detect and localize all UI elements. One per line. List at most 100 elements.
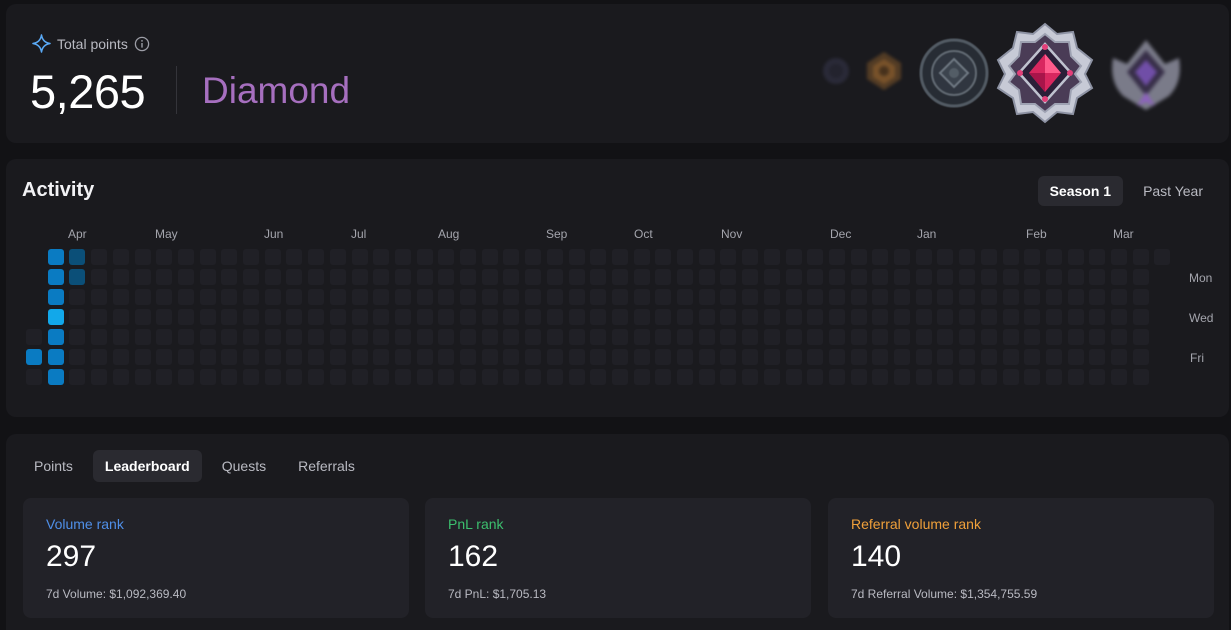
activity-cell[interactable] [416,269,433,285]
activity-cell[interactable] [546,289,563,305]
activity-cell[interactable] [91,349,108,365]
tab-quests[interactable]: Quests [210,450,278,482]
activity-cell[interactable] [1045,249,1062,265]
activity-cell[interactable] [698,249,715,265]
activity-cell[interactable] [763,369,780,385]
activity-cell[interactable] [1045,289,1062,305]
activity-cell[interactable] [308,329,325,345]
activity-cell[interactable] [112,309,129,325]
activity-cell[interactable] [742,309,759,325]
activity-cell[interactable] [1024,369,1041,385]
activity-cell[interactable] [438,249,455,265]
activity-cell[interactable] [980,289,997,305]
activity-cell[interactable] [394,369,411,385]
activity-cell[interactable] [329,269,346,285]
activity-cell[interactable] [568,269,585,285]
activity-cell[interactable] [850,249,867,265]
activity-cell[interactable] [611,269,628,285]
activity-cell[interactable] [134,369,151,385]
activity-cell[interactable] [199,269,216,285]
activity-cell[interactable] [525,369,542,385]
activity-cell[interactable] [47,269,64,285]
activity-cell[interactable] [785,329,802,345]
activity-cell[interactable] [1067,289,1084,305]
activity-cell[interactable] [872,349,889,365]
activity-cell[interactable] [416,349,433,365]
activity-cell[interactable] [1132,289,1149,305]
activity-cell[interactable] [199,289,216,305]
activity-cell[interactable] [308,349,325,365]
activity-cell[interactable] [373,369,390,385]
activity-cell[interactable] [698,329,715,345]
activity-cell[interactable] [69,249,86,265]
activity-cell[interactable] [568,329,585,345]
activity-cell[interactable] [590,369,607,385]
activity-cell[interactable] [828,369,845,385]
activity-cell[interactable] [1089,309,1106,325]
activity-cell[interactable] [373,249,390,265]
activity-cell[interactable] [915,249,932,265]
activity-cell[interactable] [677,369,693,385]
activity-cell[interactable] [1024,329,1041,345]
activity-cell[interactable] [438,269,455,285]
activity-cell[interactable] [481,329,498,345]
activity-cell[interactable] [785,369,802,385]
activity-cell[interactable] [590,309,607,325]
activity-cell[interactable] [894,329,910,345]
activity-cell[interactable] [26,349,42,365]
activity-cell[interactable] [937,269,954,285]
activity-cell[interactable] [1002,269,1019,285]
activity-cell[interactable] [698,309,715,325]
activity-cell[interactable] [351,309,368,325]
activity-cell[interactable] [959,369,976,385]
activity-cell[interactable] [785,269,802,285]
activity-cell[interactable] [460,349,476,365]
activity-cell[interactable] [980,329,997,345]
activity-cell[interactable] [742,329,759,345]
activity-cell[interactable] [828,289,845,305]
activity-cell[interactable] [91,289,108,305]
activity-cell[interactable] [416,249,433,265]
activity-cell[interactable] [763,269,780,285]
tab-leaderboard[interactable]: Leaderboard [92,450,202,482]
activity-cell[interactable] [329,249,346,265]
activity-cell[interactable] [850,309,867,325]
activity-cell[interactable] [156,269,173,285]
activity-cell[interactable] [156,369,173,385]
activity-cell[interactable] [1111,289,1127,305]
activity-cell[interactable] [915,269,932,285]
activity-cell[interactable] [264,269,281,285]
activity-cell[interactable] [742,249,759,265]
activity-cell[interactable] [525,329,542,345]
activity-cell[interactable] [481,249,498,265]
activity-cell[interactable] [980,309,997,325]
activity-cell[interactable] [655,249,672,265]
activity-cell[interactable] [91,329,108,345]
activity-cell[interactable] [47,289,64,305]
activity-cell[interactable] [199,309,216,325]
activity-cell[interactable] [394,349,411,365]
activity-cell[interactable] [1089,349,1106,365]
activity-cell[interactable] [221,369,238,385]
activity-cell[interactable] [1067,249,1084,265]
activity-cell[interactable] [698,369,715,385]
activity-cell[interactable] [546,369,563,385]
activity-cell[interactable] [720,269,737,285]
past-year-button[interactable]: Past Year [1131,176,1215,206]
activity-cell[interactable] [329,369,346,385]
activity-cell[interactable] [525,289,542,305]
activity-cell[interactable] [286,369,303,385]
activity-cell[interactable] [47,349,64,365]
activity-cell[interactable] [546,309,563,325]
activity-cell[interactable] [611,309,628,325]
activity-cell[interactable] [742,349,759,365]
activity-cell[interactable] [373,289,390,305]
activity-cell[interactable] [633,249,650,265]
activity-cell[interactable] [438,349,455,365]
activity-cell[interactable] [742,369,759,385]
activity-cell[interactable] [1067,369,1084,385]
activity-cell[interactable] [91,249,108,265]
activity-cell[interactable] [134,349,151,365]
activity-cell[interactable] [373,329,390,345]
activity-cell[interactable] [915,369,932,385]
